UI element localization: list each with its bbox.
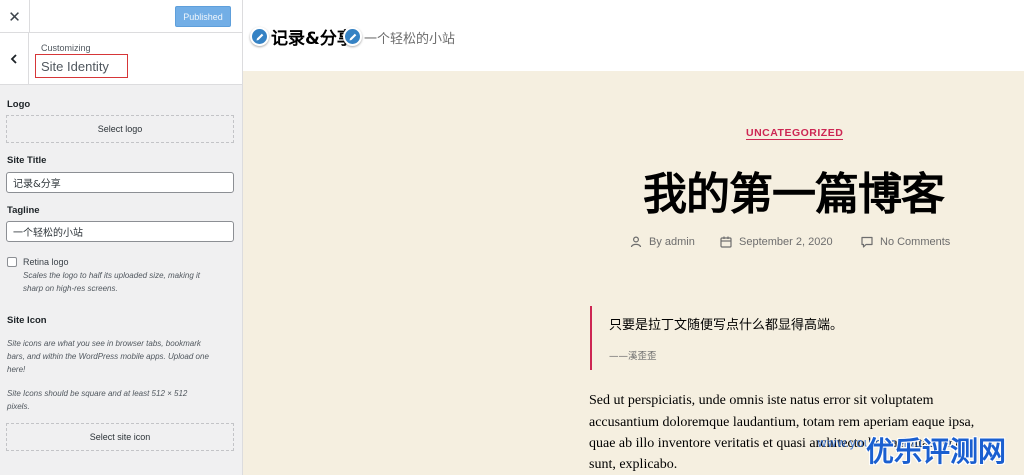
site-tagline: 一个轻松的小站 xyxy=(364,32,456,47)
watermark: www.youleceping.com 优乐评测网 xyxy=(814,430,1024,470)
site-icon-req-line-1: Site Icons should be square and at least… xyxy=(7,389,188,398)
pencil-icon xyxy=(349,33,356,40)
edit-site-title-shortcut[interactable] xyxy=(250,27,269,46)
pullquote: 只要是拉丁文随便写点什么都显得高端。 ——溪歪歪 xyxy=(590,306,910,370)
quote-text: 只要是拉丁文随便写点什么都显得高端。 xyxy=(609,318,844,333)
post-author: By admin xyxy=(630,236,695,248)
site-icon-requirement: Site Icons should be square and at least… xyxy=(7,387,235,413)
post-title[interactable]: 我的第一篇博客 xyxy=(643,158,945,222)
site-title-input[interactable] xyxy=(6,172,234,193)
post-date: September 2, 2020 xyxy=(720,236,833,248)
site-header: 记录&分享 一个轻松的小站 xyxy=(243,0,1024,71)
date-link[interactable]: September 2, 2020 xyxy=(739,236,833,248)
back-button[interactable] xyxy=(0,33,29,84)
category-link[interactable]: UNCATEGORIZED xyxy=(746,127,844,140)
customizer-sidebar: ✕ Published Customizing Site Identity Lo… xyxy=(0,0,243,475)
comments-link[interactable]: No Comments xyxy=(880,236,950,248)
logo-label: Logo xyxy=(7,99,31,110)
select-site-icon-button[interactable]: Select site icon xyxy=(6,423,234,451)
select-logo-button[interactable]: Select logo xyxy=(6,115,234,143)
site-icon-desc-line-2: bars, and within the WordPress mobile ap… xyxy=(7,352,209,361)
calendar-icon xyxy=(720,236,732,248)
edit-tagline-shortcut[interactable] xyxy=(343,27,362,46)
section-title: Site Identity xyxy=(35,54,128,78)
retina-logo-label: Retina logo xyxy=(23,257,69,267)
comment-icon xyxy=(861,236,873,248)
section-header: Customizing Site Identity xyxy=(0,33,242,85)
site-icon-req-line-2: pixels. xyxy=(7,402,30,411)
tagline-label: Tagline xyxy=(7,205,40,216)
retina-logo-checkbox[interactable] xyxy=(7,257,17,267)
close-icon[interactable]: ✕ xyxy=(0,0,30,33)
author-link[interactable]: admin xyxy=(665,236,695,248)
chevron-left-icon xyxy=(10,53,17,64)
tagline-input[interactable] xyxy=(6,221,234,242)
paragraph-line: accusantium doloremque laudantium, totam… xyxy=(589,415,975,430)
site-icon-description: Site icons are what you see in browser t… xyxy=(7,337,235,376)
site-icon-label: Site Icon xyxy=(7,315,47,326)
pencil-icon xyxy=(256,33,263,40)
customizing-label: Customizing xyxy=(41,43,91,53)
user-icon xyxy=(630,236,642,248)
publish-button[interactable]: Published xyxy=(175,6,231,27)
watermark-text: 优乐评测网 xyxy=(866,435,1007,468)
retina-logo-description: Scales the logo to half its uploaded siz… xyxy=(23,269,233,295)
retina-desc-line-2: sharp on high-res screens. xyxy=(23,284,118,293)
site-title[interactable]: 记录&分享 xyxy=(271,24,354,49)
retina-desc-line-1: Scales the logo to half its uploaded siz… xyxy=(23,271,200,280)
site-preview: 记录&分享 一个轻松的小站 UNCATEGORIZED 我的第一篇博客 By a… xyxy=(243,0,1024,475)
paragraph-line: sunt, explicabo. xyxy=(589,457,678,472)
paragraph-line: Sed ut perspiciatis, unde omnis iste nat… xyxy=(589,393,934,408)
site-icon-desc-line-1: Site icons are what you see in browser t… xyxy=(7,339,201,348)
quote-citation: ——溪歪歪 xyxy=(609,351,657,362)
site-icon-desc-line-3: here! xyxy=(7,365,26,374)
post-comments: No Comments xyxy=(861,236,950,248)
author-prefix: By xyxy=(649,236,662,248)
customizer-topbar: ✕ Published xyxy=(0,0,242,33)
site-title-label: Site Title xyxy=(7,155,47,166)
